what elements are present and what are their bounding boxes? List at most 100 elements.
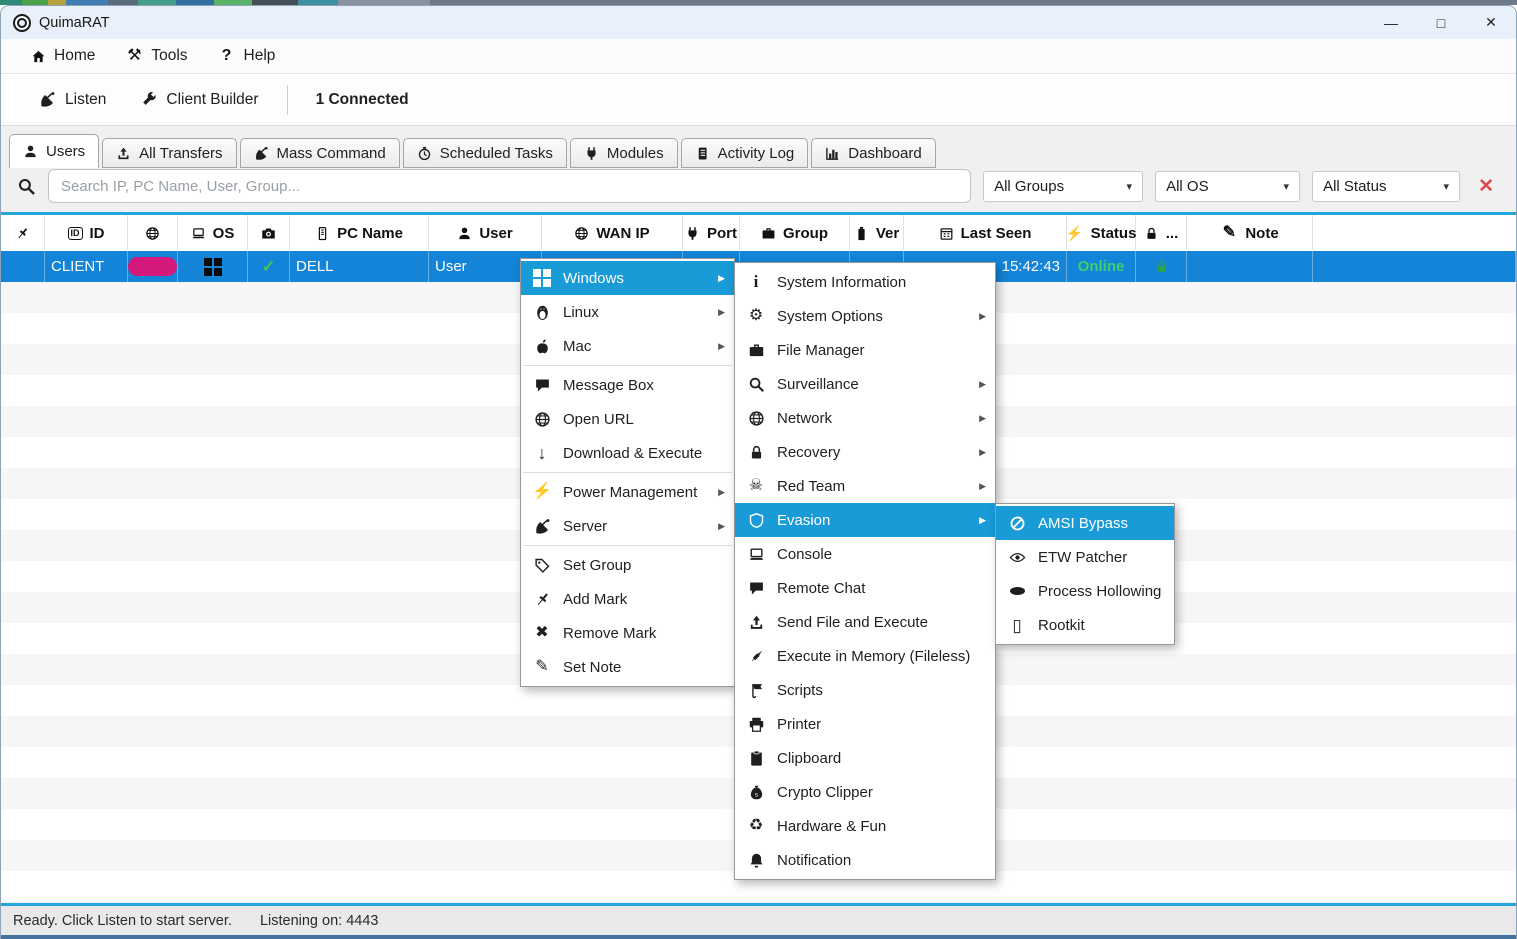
menu-item-red-team[interactable]: ☠ Red Team ▶ xyxy=(735,469,995,503)
column-header-pc-name[interactable]: PC Name xyxy=(290,215,429,251)
cell-note xyxy=(1187,251,1313,282)
column-header-last-seen[interactable]: Last Seen xyxy=(904,215,1067,251)
menu-item-notification[interactable]: Notification xyxy=(735,843,995,877)
menu-item-mac[interactable]: Mac ▶ xyxy=(521,329,734,363)
menu-item-remove-mark[interactable]: ✖ Remove Mark xyxy=(521,616,734,650)
menu-item-file-manager[interactable]: File Manager xyxy=(735,333,995,367)
submenu-arrow-icon: ▶ xyxy=(979,447,986,458)
bar-chart-icon xyxy=(825,146,840,161)
groups-filter-dropdown[interactable]: All Groups ▾ xyxy=(983,171,1143,202)
column-header-webcam[interactable] xyxy=(248,215,290,251)
menu-item-evasion[interactable]: Evasion ▶ xyxy=(735,503,995,537)
listen-button[interactable]: Listen xyxy=(39,91,106,109)
menu-separator xyxy=(523,545,732,546)
column-header-group[interactable]: Group xyxy=(740,215,850,251)
submenu-arrow-icon: ▶ xyxy=(718,341,725,352)
menu-item-open-url[interactable]: Open URL xyxy=(521,402,734,436)
menu-item-scripts[interactable]: Scripts xyxy=(735,673,995,707)
menu-item-network[interactable]: Network ▶ xyxy=(735,401,995,435)
menu-item-recovery[interactable]: Recovery ▶ xyxy=(735,435,995,469)
column-header-country[interactable] xyxy=(128,215,178,251)
tab-dashboard[interactable]: Dashboard xyxy=(811,138,935,168)
os-filter-dropdown[interactable]: All OS ▾ xyxy=(1155,171,1300,202)
lightning-icon: ⚡ xyxy=(1066,226,1084,240)
menu-item-execute-in-memory[interactable]: Execute in Memory (Fileless) xyxy=(735,639,995,673)
menu-item-console[interactable]: Console xyxy=(735,537,995,571)
menu-item-server[interactable]: Server ▶ xyxy=(521,509,734,543)
tab-activity-log[interactable]: Activity Log xyxy=(681,138,809,168)
menu-item-amsi-bypass[interactable]: AMSI Bypass xyxy=(996,506,1174,540)
cell-webcam: ✓ xyxy=(248,251,290,282)
submenu-arrow-icon: ▶ xyxy=(718,487,725,498)
close-button[interactable]: ✕ xyxy=(1466,6,1516,39)
satellite-dish-icon xyxy=(39,91,56,108)
submenu-arrow-icon: ▶ xyxy=(979,413,986,424)
menu-help[interactable]: ? Help xyxy=(210,43,284,69)
user-icon xyxy=(457,226,472,241)
column-header-user[interactable]: User xyxy=(429,215,542,251)
status-filter-dropdown[interactable]: All Status ▾ xyxy=(1312,171,1460,202)
menu-item-download-execute[interactable]: ↓ Download & Execute xyxy=(521,436,734,470)
menu-item-etw-patcher[interactable]: ETW Patcher xyxy=(996,540,1174,574)
globe-icon xyxy=(145,226,160,241)
pushpin-icon xyxy=(530,591,554,608)
speech-bubble-icon xyxy=(530,377,554,394)
column-header-pin[interactable] xyxy=(1,215,45,251)
menu-item-crypto-clipper[interactable]: Crypto Clipper xyxy=(735,775,995,809)
lock-icon xyxy=(744,444,768,461)
menu-item-system-options[interactable]: ⚙ System Options ▶ xyxy=(735,299,995,333)
no-entry-icon xyxy=(1005,515,1029,532)
submenu-arrow-icon: ▶ xyxy=(718,307,725,318)
tab-modules[interactable]: Modules xyxy=(570,138,678,168)
home-icon xyxy=(31,49,46,64)
menu-item-surveillance[interactable]: Surveillance ▶ xyxy=(735,367,995,401)
laptop-icon xyxy=(191,226,206,241)
laptop-icon xyxy=(744,546,768,563)
tab-mass-command[interactable]: Mass Command xyxy=(240,138,400,168)
maximize-button[interactable]: □ xyxy=(1416,6,1466,39)
filter-row: All Groups ▾ All OS ▾ All Status ▾ ✕ xyxy=(1,168,1516,212)
column-header-os[interactable]: OS xyxy=(178,215,248,251)
column-header-lock[interactable]: ... xyxy=(1136,215,1187,251)
column-header-status[interactable]: ⚡Status xyxy=(1067,215,1136,251)
menu-item-windows[interactable]: Windows ▶ xyxy=(521,261,734,295)
menu-item-rootkit[interactable]: ▯ Rootkit xyxy=(996,608,1174,642)
tab-users[interactable]: Users xyxy=(9,134,99,168)
menu-item-linux[interactable]: Linux ▶ xyxy=(521,295,734,329)
column-header-port[interactable]: Port xyxy=(683,215,740,251)
menu-item-set-note[interactable]: ✎ Set Note xyxy=(521,650,734,684)
menu-item-add-mark[interactable]: Add Mark xyxy=(521,582,734,616)
menu-item-remote-chat[interactable]: Remote Chat xyxy=(735,571,995,605)
menu-item-process-hollowing[interactable]: Process Hollowing xyxy=(996,574,1174,608)
menu-item-send-file-execute[interactable]: Send File and Execute xyxy=(735,605,995,639)
cell-status: Online xyxy=(1067,251,1136,282)
submenu-arrow-icon: ▶ xyxy=(979,311,986,322)
toolbar-divider xyxy=(287,85,288,115)
menu-tools[interactable]: ⚒ Tools xyxy=(117,43,195,69)
id-badge-icon: ID xyxy=(68,227,83,240)
rootkit-rect-icon: ▯ xyxy=(1005,617,1029,634)
minimize-button[interactable]: — xyxy=(1366,6,1416,39)
menu-item-message-box[interactable]: Message Box xyxy=(521,368,734,402)
column-header-wan-ip[interactable]: WAN IP xyxy=(542,215,683,251)
menu-item-clipboard[interactable]: Clipboard xyxy=(735,741,995,775)
column-header-note[interactable]: ✎Note xyxy=(1187,215,1313,251)
clear-filters-button[interactable]: ✕ xyxy=(1472,175,1500,198)
checkmark-icon: ✓ xyxy=(261,257,275,277)
menu-item-printer[interactable]: Printer xyxy=(735,707,995,741)
menu-item-set-group[interactable]: Set Group xyxy=(521,548,734,582)
menu-item-hardware-fun[interactable]: ♻ Hardware & Fun xyxy=(735,809,995,843)
globe-icon xyxy=(530,411,554,428)
tab-scheduled-tasks[interactable]: Scheduled Tasks xyxy=(403,138,567,168)
menu-home[interactable]: Home xyxy=(23,43,103,69)
menu-item-system-information[interactable]: i System Information xyxy=(735,265,995,299)
client-context-menu: Windows ▶ Linux ▶ Mac ▶ Message Box Open… xyxy=(520,258,735,687)
chevron-down-icon: ▾ xyxy=(1444,180,1450,193)
menu-item-power-management[interactable]: ⚡ Power Management ▶ xyxy=(521,475,734,509)
column-header-id[interactable]: IDID xyxy=(45,215,128,251)
penguin-icon xyxy=(530,304,554,321)
client-builder-button[interactable]: Client Builder xyxy=(140,91,258,109)
column-header-ver[interactable]: Ver xyxy=(850,215,904,251)
tab-all-transfers[interactable]: All Transfers xyxy=(102,138,236,168)
search-input[interactable] xyxy=(48,169,971,203)
